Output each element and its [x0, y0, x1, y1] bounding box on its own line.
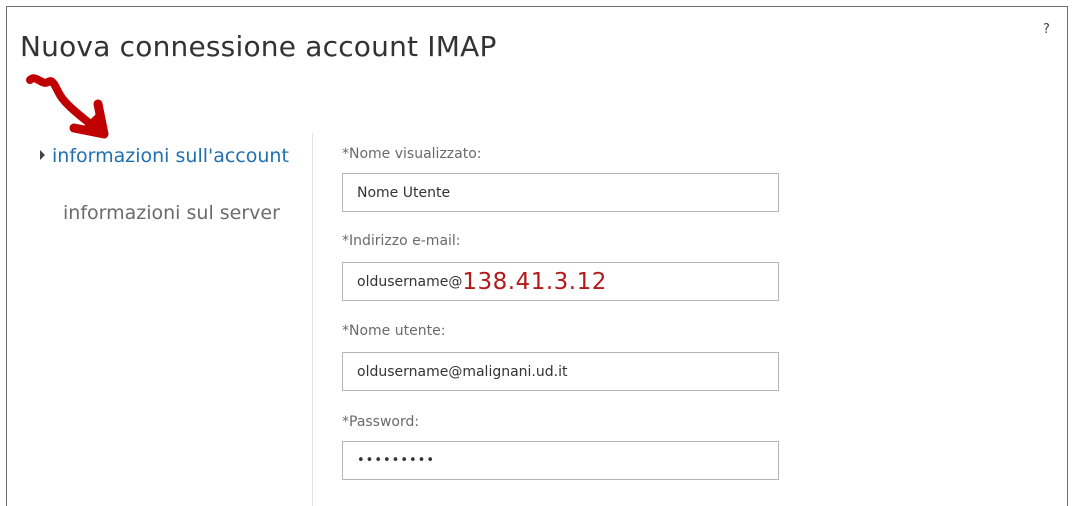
dialog-window: [6, 6, 1068, 506]
step-account-info[interactable]: informazioni sull'account: [40, 145, 289, 167]
password-label: *Password:: [342, 414, 420, 430]
display-name-label: *Nome visualizzato:: [342, 146, 482, 162]
email-local-value: oldusername@: [357, 273, 463, 290]
step-account-info-label: informazioni sull'account: [52, 145, 289, 167]
help-button[interactable]: ?: [1043, 22, 1050, 37]
nav-divider: [312, 133, 313, 506]
page-title: Nuova connessione account IMAP: [20, 30, 497, 63]
password-field[interactable]: •••••••••: [342, 441, 779, 480]
red-arrow-annotation: [26, 74, 109, 139]
display-name-value: Nome Utente: [357, 184, 451, 201]
display-name-field[interactable]: Nome Utente: [342, 173, 779, 212]
username-value: oldusername@malignani.ud.it: [357, 363, 568, 380]
caret-right-icon: [40, 149, 45, 160]
email-label: *Indirizzo e-mail:: [342, 233, 461, 249]
email-field[interactable]: oldusername@ 138.41.3.12: [342, 262, 779, 301]
username-label: *Nome utente:: [342, 323, 446, 339]
step-server-info[interactable]: informazioni sul server: [63, 202, 280, 224]
username-field[interactable]: oldusername@malignani.ud.it: [342, 352, 779, 391]
email-domain-value: 138.41.3.12: [462, 268, 607, 295]
password-value: •••••••••: [357, 453, 436, 468]
step-server-info-label: informazioni sul server: [63, 202, 280, 224]
